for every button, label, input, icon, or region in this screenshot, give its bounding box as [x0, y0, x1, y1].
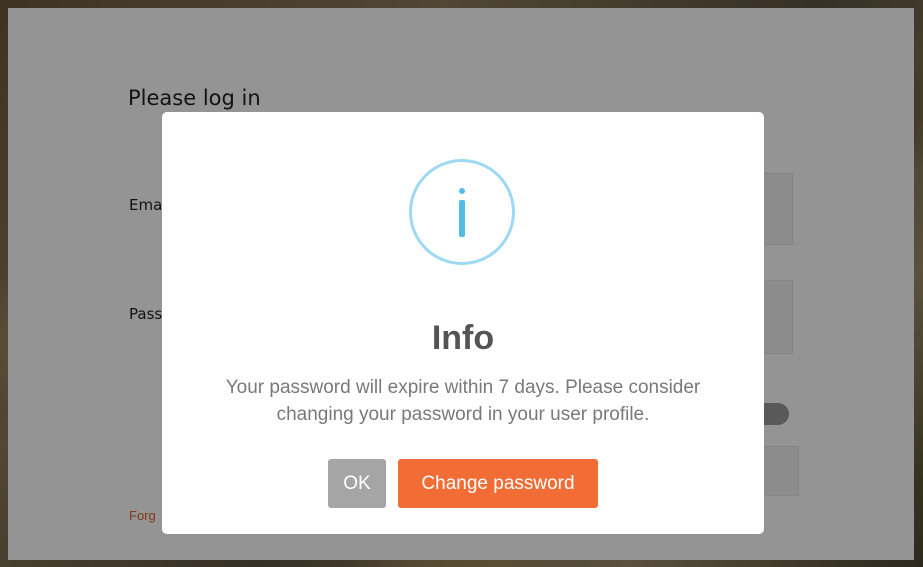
dialog-title: Info	[431, 319, 495, 357]
ok-button[interactable]: OK	[328, 459, 386, 508]
info-dialog: Info Your password will expire within 7 …	[162, 112, 764, 534]
screen: Please log in Ema Pass Forg Info Your pa…	[0, 0, 923, 567]
info-icon	[409, 159, 515, 265]
info-icon-dot	[459, 188, 465, 194]
info-icon-bar	[459, 200, 465, 237]
change-password-button[interactable]: Change password	[398, 459, 598, 508]
dialog-message: Your password will expire within 7 days.…	[225, 377, 701, 425]
dialog-actions: OK Change password	[162, 459, 764, 509]
